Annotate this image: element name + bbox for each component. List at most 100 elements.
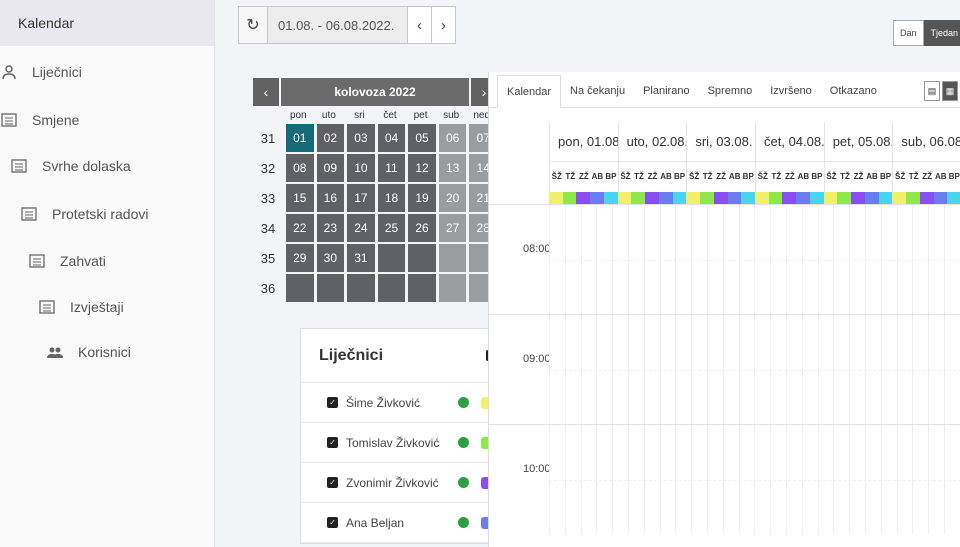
doctor-row[interactable]: ✓ Tomislav Živković xyxy=(301,423,511,463)
doctor-color-cell xyxy=(892,192,907,204)
calendar-day[interactable]: 20 xyxy=(438,184,467,212)
prev-week-button[interactable]: ‹ xyxy=(408,6,432,44)
sidebar-item-2[interactable]: Svrhe dolaska xyxy=(10,158,131,174)
calendar-week-row: 34 22 23 24 25 26 27 28 xyxy=(253,214,497,242)
doctor-color-cell xyxy=(782,192,797,204)
doctor-color-cell xyxy=(851,192,865,204)
calendar-day[interactable]: 15 xyxy=(286,184,314,212)
calendar-day[interactable]: 05 xyxy=(408,124,436,152)
calendar-day[interactable] xyxy=(316,274,345,302)
calendar-day[interactable] xyxy=(377,274,406,302)
calendar-day[interactable]: 12 xyxy=(408,154,436,182)
calendar-day[interactable]: 01 xyxy=(286,124,314,152)
calendar-day[interactable] xyxy=(408,274,436,302)
doctor-color-cell xyxy=(590,192,604,204)
calendar-week-row: 33 15 16 17 18 19 20 21 xyxy=(253,184,497,212)
doctors-panel: Liječnici ✓ ✓ Šime Živković ✓ Tomislav Živk… xyxy=(300,328,512,544)
prev-month-button[interactable]: ‹ xyxy=(253,78,279,106)
calendar-day[interactable]: 29 xyxy=(286,244,314,272)
hour-row[interactable]: 09:00 xyxy=(489,314,960,424)
calendar-day[interactable]: 24 xyxy=(347,214,375,242)
day-header[interactable]: čet, 04.08. xyxy=(755,122,824,161)
next-week-button[interactable]: › xyxy=(432,6,456,44)
sidebar-item-4[interactable]: Zahvati xyxy=(28,253,106,269)
day-doctor-codes: ŠŽ TŽ ZŽ AB BP xyxy=(549,162,618,192)
calendar-day[interactable]: 08 xyxy=(286,154,314,182)
calendar-day[interactable]: 19 xyxy=(408,184,436,212)
doctor-code: TŽ xyxy=(634,172,644,181)
tab-1[interactable]: Na čekanju xyxy=(561,85,634,107)
calendar-day[interactable]: 13 xyxy=(438,154,467,182)
view-week-button[interactable]: Tjedan xyxy=(923,20,960,46)
sidebar-item-1[interactable]: Smjene xyxy=(0,112,79,128)
doctor-code: ŠŽ xyxy=(895,172,906,181)
hour-row[interactable]: 10:00 xyxy=(489,424,960,534)
hour-row[interactable]: 08:00 xyxy=(489,204,960,314)
day-header[interactable]: sri, 03.08. xyxy=(686,122,755,161)
calendar-day[interactable] xyxy=(377,244,406,272)
tab-3[interactable]: Spremno xyxy=(699,85,762,107)
calendar-day[interactable]: 31 xyxy=(347,244,375,272)
tab-2[interactable]: Planirano xyxy=(634,85,698,107)
doctor-checkbox[interactable]: ✓ xyxy=(327,477,338,488)
chevron-left-icon: ‹ xyxy=(417,16,422,34)
calendar-day[interactable]: 04 xyxy=(377,124,406,152)
sidebar-item-6[interactable]: Korisnici xyxy=(46,344,131,360)
calendar-day[interactable]: 09 xyxy=(316,154,345,182)
calendar-day[interactable]: 03 xyxy=(347,124,375,152)
refresh-button[interactable]: ↻ xyxy=(238,6,268,44)
doctor-row[interactable]: ✓ Ana Beljan xyxy=(301,503,511,543)
calendar-day[interactable]: 10 xyxy=(347,154,375,182)
calendar-day[interactable]: 23 xyxy=(316,214,345,242)
doctor-checkbox[interactable]: ✓ xyxy=(327,517,338,528)
day-header[interactable]: pon, 01.08. xyxy=(549,122,618,161)
tab-4[interactable]: Izvršeno xyxy=(761,85,821,107)
calendar-day[interactable]: 18 xyxy=(377,184,406,212)
tab-0[interactable]: Kalendar xyxy=(497,75,562,108)
sidebar-item-label: Liječnici xyxy=(32,64,82,80)
sidebar-item-label: Protetski radovi xyxy=(52,206,149,222)
sidebar-item-kalendar[interactable]: Kalendar xyxy=(0,0,214,46)
calendar-day[interactable]: 02 xyxy=(316,124,345,152)
sidebar-item-5[interactable]: Izvještaji xyxy=(38,299,124,315)
calendar-day[interactable]: 06 xyxy=(438,124,467,152)
calendar-day[interactable]: 11 xyxy=(377,154,406,182)
day-color-strip xyxy=(549,192,618,204)
doctor-checkbox[interactable]: ✓ xyxy=(327,437,338,448)
calendar-day[interactable] xyxy=(438,244,467,272)
calendar-day[interactable]: 25 xyxy=(377,214,406,242)
doctor-color-cell xyxy=(727,192,742,204)
tab-5[interactable]: Otkazano xyxy=(821,85,886,107)
doctor-code: TŽ xyxy=(840,172,850,181)
sidebar-item-3[interactable]: Protetski radovi xyxy=(20,206,148,222)
view-day-button[interactable]: Dan xyxy=(893,20,924,46)
list-view-icon[interactable]: ▤ xyxy=(924,81,940,101)
calendar-day[interactable]: 17 xyxy=(347,184,375,212)
doctor-name: Šime Živković xyxy=(346,395,421,410)
month-title: kolovoza 2022 xyxy=(281,78,469,106)
day-header[interactable]: pet, 05.08. xyxy=(823,122,892,161)
day-doctor-codes: ŠŽ TŽ ZŽ AB BP xyxy=(686,162,755,192)
calendar-day[interactable]: 30 xyxy=(316,244,345,272)
calendar-day[interactable]: 16 xyxy=(316,184,345,212)
doctor-checkbox[interactable]: ✓ xyxy=(327,397,338,408)
doctor-color-cell xyxy=(700,192,714,204)
calendar-view-icon[interactable]: ▦ xyxy=(942,81,958,101)
sidebar-item-0[interactable]: Liječnici xyxy=(0,64,82,80)
calendar-day[interactable]: 22 xyxy=(286,214,314,242)
day-header[interactable]: sub, 06.08. xyxy=(892,122,960,161)
doctor-color-cell xyxy=(686,192,701,204)
calendar-day[interactable] xyxy=(408,244,436,272)
calendar-day[interactable] xyxy=(438,274,467,302)
calendar-day[interactable] xyxy=(286,274,314,302)
day-header[interactable]: uto, 02.08. xyxy=(617,122,686,161)
doctor-row[interactable]: ✓ Zvonimir Živković xyxy=(301,463,511,503)
day-color-strip xyxy=(617,192,687,204)
calendar-day[interactable]: 27 xyxy=(438,214,467,242)
mini-calendar: ‹ kolovoza 2022 › pon uto sri čet pet sub ned … xyxy=(253,78,497,304)
status-tabs: Kalendar Na čekanju Planirano Spremno Izvrše… xyxy=(489,72,960,108)
calendar-day[interactable]: 26 xyxy=(408,214,436,242)
calendar-day[interactable] xyxy=(347,274,375,302)
status-dot xyxy=(458,477,469,488)
doctor-row[interactable]: ✓ Šime Živković xyxy=(301,383,511,423)
